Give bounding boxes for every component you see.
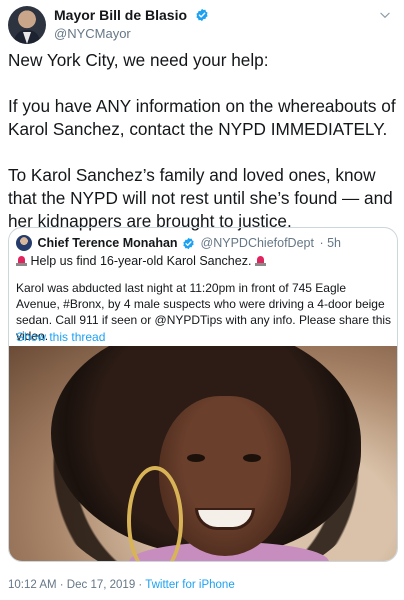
tweet-paragraph: To Karol Sanchez’s family and loved ones… xyxy=(8,165,393,231)
quoted-headline-line: Help us find 16-year-old Karol Sanchez. xyxy=(16,254,266,268)
tweet-author[interactable]: Mayor Bill de Blasio @NYCMayor xyxy=(54,6,209,41)
tweet-text: New York City, we need your help: If you… xyxy=(8,49,398,233)
police-siren-icon xyxy=(16,255,27,266)
photo-eye-left xyxy=(187,454,205,462)
verified-badge-icon xyxy=(183,237,194,249)
quoted-avatar[interactable] xyxy=(16,235,32,251)
quoted-tweet-age[interactable]: · 5h xyxy=(319,236,341,250)
author-display-name[interactable]: Mayor Bill de Blasio xyxy=(54,7,187,23)
quoted-tweet-video[interactable] xyxy=(9,346,397,561)
quoted-author-handle[interactable]: @NYPDChiefofDept xyxy=(201,236,314,250)
tweet-paragraph: New York City, we need your help: xyxy=(8,50,269,70)
verified-badge-icon xyxy=(195,8,208,21)
photo-eye-right xyxy=(243,454,261,462)
tweet-paragraph: If you have ANY information on the where… xyxy=(8,96,396,139)
tweet-timestamp[interactable]: 10:12 AM · Dec 17, 2019 · xyxy=(8,579,145,591)
avatar[interactable] xyxy=(8,6,46,44)
quoted-tweet[interactable]: Chief Terence Monahan @NYPDChiefofDept ·… xyxy=(8,227,398,562)
chevron-down-icon[interactable] xyxy=(378,8,392,22)
police-siren-icon xyxy=(254,255,266,266)
quoted-tweet-header: Chief Terence Monahan @NYPDChiefofDept ·… xyxy=(16,235,341,251)
tweet-metadata: 10:12 AM · Dec 17, 2019 · Twitter for iP… xyxy=(8,579,235,591)
photo-smile xyxy=(195,508,255,530)
tweet: Mayor Bill de Blasio @NYCMayor New York … xyxy=(0,0,404,600)
show-thread-link[interactable]: Show this thread xyxy=(16,330,105,344)
author-handle[interactable]: @NYCMayor xyxy=(54,26,209,41)
tweet-source-link[interactable]: Twitter for iPhone xyxy=(145,579,234,591)
quoted-headline: Help us find 16-year-old Karol Sanchez. xyxy=(30,254,252,268)
quoted-author-name[interactable]: Chief Terence Monahan xyxy=(37,236,177,250)
